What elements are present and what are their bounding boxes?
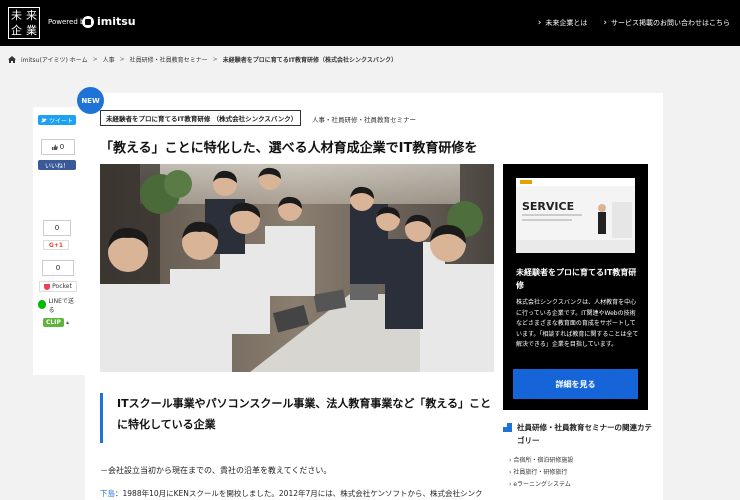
ad-thumbnail: SERVICE: [516, 178, 635, 253]
logo-char: 未: [11, 9, 22, 22]
site-logo[interactable]: 未 来 企 業: [8, 7, 40, 39]
interview-answer: 下島：1988年10月にKENスクールを開校しました。2012年7月には、株式会…: [100, 488, 483, 499]
breadcrumb-home[interactable]: imitsu(アイミツ) ホーム: [21, 55, 88, 64]
tweet-label: ツイート: [48, 117, 73, 125]
breadcrumb-category[interactable]: 社員研修・社員教育セミナー: [130, 55, 208, 64]
logo-char: 業: [26, 24, 37, 37]
category-icon: [503, 423, 512, 432]
related-categories: 社員研修・社員教育セミナーの関連カテゴリー 合宿所・宿泊研修施設 社員旅行・研修…: [503, 421, 653, 491]
breadcrumb-current: 未経験者をプロに育てるIT教育研修（株式会社シンクスバンク）: [222, 57, 398, 64]
share-column: ツイート 0 いいね！ 0 G+1 0 Pocket LINEで送る CLIP: [33, 107, 85, 375]
line-share-button[interactable]: LINEで送る: [38, 298, 78, 314]
ad-thumb-service-text: SERVICE: [522, 200, 574, 213]
line-label: LINEで送る: [48, 297, 74, 314]
related-item[interactable]: 合宿所・宿泊研修施設: [509, 455, 653, 467]
hatena-count[interactable]: 0: [41, 139, 75, 155]
related-item[interactable]: eラーニングシステム: [509, 479, 653, 491]
ad-title[interactable]: 未経験者をプロに育てるIT教育研修: [516, 266, 640, 292]
imitsu-logo[interactable]: imitsu: [82, 15, 136, 28]
breadcrumb-hr[interactable]: 人事: [103, 55, 115, 64]
like-count-value: 0: [59, 143, 65, 151]
twitter-bird-icon: [40, 117, 47, 122]
related-list: 合宿所・宿泊研修施設 社員旅行・研修旅行 eラーニングシステム: [503, 455, 653, 491]
facebook-label: いいね！: [44, 162, 69, 170]
article-photo: [100, 164, 494, 372]
ad-thumbnail-image: SERVICE: [516, 178, 635, 253]
answer-speaker: 下島: [100, 489, 115, 498]
ad-description: 株式会社シンクスバンクは、人材教育を中心に行っている企業です。IT関連やWebの…: [516, 299, 639, 348]
pocket-icon: [44, 283, 51, 290]
related-item[interactable]: 社員旅行・研修旅行: [509, 467, 653, 479]
imitsu-brand-text: imitsu: [97, 15, 136, 28]
header-nav: 未来企業とは サービス掲載のお問い合わせはこちら: [538, 18, 730, 28]
logo-char: 来: [26, 9, 37, 22]
new-badge: NEW: [77, 87, 104, 114]
related-title-text: 社員研修・社員教育セミナーの関連カテゴリー: [517, 423, 652, 445]
facebook-like-button[interactable]: いいね！: [38, 160, 76, 170]
sidebar-ad[interactable]: SERVICE 未経験者をプロに育てるIT教育研修 株式会社シンクスバンクは、人…: [503, 164, 648, 410]
gplus-count: 0: [43, 220, 71, 236]
office-team-photo: [100, 164, 494, 372]
section-heading: ITスクール事業やパソコンスクール事業、法人教育事業など「教える」ことに特化して…: [100, 393, 494, 443]
answer-text: ：1988年10月にKENスクールを開校しました。2012年7月には、株式会社ケ…: [115, 489, 483, 498]
breadcrumb: imitsu(アイミツ) ホーム > 人事 > 社員研修・社員教育セミナー > …: [8, 55, 397, 64]
breadcrumb-separator: >: [212, 56, 218, 63]
breadcrumb-separator: >: [92, 56, 98, 63]
site-header: 未 来 企 業 Powered by imitsu 未来企業とは サービス掲載の…: [0, 0, 740, 46]
clip-button[interactable]: CLIP: [43, 317, 69, 327]
pocket-button[interactable]: Pocket: [39, 281, 77, 292]
nav-contact-link[interactable]: サービス掲載のお問い合わせはこちら: [603, 18, 730, 28]
clip-label: CLIP: [43, 317, 64, 327]
gplus-button[interactable]: G+1: [43, 240, 69, 250]
page-title: 「教える」ことに特化した、選べる人材育成企業でIT教育研修を: [100, 141, 478, 156]
article-categories[interactable]: 人事・社員研修・社員教育セミナー: [312, 114, 416, 124]
hand-pointer-icon: [65, 320, 69, 324]
pocket-count: 0: [42, 260, 74, 276]
line-icon: [38, 300, 47, 309]
pocket-label: Pocket: [52, 283, 72, 290]
breadcrumb-separator: >: [119, 56, 125, 63]
nav-about-link[interactable]: 未来企業とは: [538, 18, 587, 28]
imitsu-logo-icon: [82, 15, 94, 28]
home-icon: [8, 56, 16, 63]
thumbs-up-icon: [51, 144, 58, 150]
logo-char: 企: [11, 24, 22, 37]
details-button[interactable]: 詳細を見る: [513, 369, 638, 399]
related-title: 社員研修・社員教育セミナーの関連カテゴリー: [503, 421, 653, 447]
tweet-button[interactable]: ツイート: [38, 115, 76, 125]
article-tag: 未経験者をプロに育てるIT教育研修 （株式会社シンクスバンク）: [100, 110, 301, 126]
interview-question: －会社設立当初から現在までの、貴社の沿革を教えてください。: [100, 466, 332, 475]
